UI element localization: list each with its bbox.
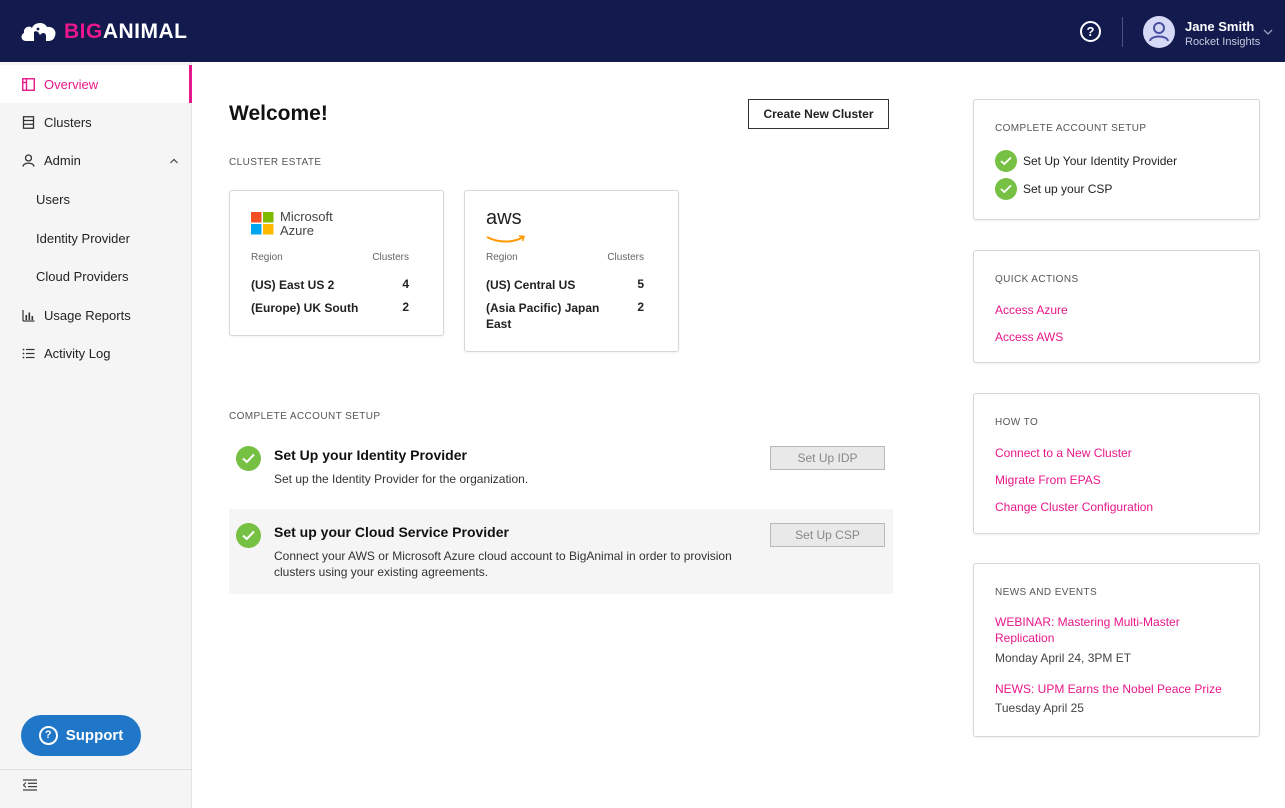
check-circle-icon [995,178,1017,200]
header-divider [1122,17,1123,47]
clusters-icon [22,116,35,129]
chevron-up-icon[interactable] [169,156,179,166]
overview-icon [22,78,35,91]
sidebar-item-label: Activity Log [44,345,111,361]
sidebar: Overview Clusters Admin Users Identity P… [0,62,192,808]
help-icon[interactable]: ? [1080,21,1101,42]
check-circle-icon [236,446,261,471]
check-circle-icon [236,523,261,548]
cluster-estate-title: CLUSTER ESTATE [229,157,322,168]
list-icon [22,348,35,359]
setup-item-title: Set Up your Identity Provider [274,447,467,463]
chevron-down-icon[interactable] [1263,27,1273,37]
sidebar-item-label: Clusters [44,114,92,130]
clusters-column-header: Clusters [607,252,644,263]
cluster-count: 4 [402,277,409,291]
cluster-count: 2 [637,300,644,314]
region-column-header: Region [486,252,518,263]
user-icon [22,154,35,167]
region-name: (US) East US 2 [251,278,335,292]
region-name: (Europe) UK South [251,301,359,315]
account-setup-panel: COMPLETE ACCOUNT SETUP Set Up Your Ident… [973,99,1260,220]
check-circle-icon [995,150,1017,172]
sidebar-item-activity-log[interactable]: Activity Log [0,334,192,372]
setup-item-title: Set up your Cloud Service Provider [274,524,509,540]
cluster-count: 2 [402,300,409,314]
sidebar-divider [0,769,192,770]
migrate-epas-link[interactable]: Migrate From EPAS [995,472,1235,488]
event-date: Monday April 24, 3PM ET [995,651,1132,665]
sidebar-item-label: Cloud Providers [36,268,129,284]
sidebar-item-users[interactable]: Users [0,180,192,218]
news-link[interactable]: NEWS: UPM Earns the Nobel Peace Prize [995,681,1235,697]
bar-chart-icon [22,310,35,322]
panel-title: QUICK ACTIONS [995,274,1079,285]
access-aws-link[interactable]: Access AWS [995,329,1235,345]
page-title: Welcome! [229,102,328,125]
user-avatar-icon [1149,22,1169,42]
region-column-header: Region [251,252,283,263]
account-setup-title: COMPLETE ACCOUNT SETUP [229,411,381,422]
setup-item-description: Connect your AWS or Microsoft Azure clou… [274,549,732,579]
provider-name: Microsoft Azure [280,209,333,238]
top-bar: BIGANIMAL ? Jane Smith Rocket Insights [0,0,1285,62]
azure-estate-card[interactable]: Microsoft Azure Region Clusters (US) Eas… [229,190,444,336]
aws-estate-card[interactable]: aws Region Clusters (US) Central US 5 (A… [464,190,679,352]
sidebar-item-label: Admin [44,152,81,168]
aws-logo-icon: aws [486,207,526,248]
setup-cloud-provider-row: Set up your Cloud Service Provider Conne… [229,509,893,594]
sidebar-item-label: Usage Reports [44,307,131,323]
setup-status-label: Set Up Your Identity Provider [1023,154,1178,168]
quick-actions-panel: QUICK ACTIONS Access Azure Access AWS [973,250,1260,363]
user-name[interactable]: Jane Smith [1185,19,1254,34]
event-date: Tuesday April 25 [995,701,1084,715]
setup-item-description: Set up the Identity Provider for the org… [274,472,529,486]
region-name: (Asia Pacific) Japan East [486,301,600,331]
set-up-idp-button[interactable]: Set Up IDP [770,446,885,470]
panel-title: NEWS AND EVENTS [995,587,1098,598]
aws-smile-icon [486,235,526,243]
avatar[interactable] [1143,16,1175,48]
panel-title: HOW TO [995,417,1039,428]
sidebar-item-identity-provider[interactable]: Identity Provider [0,219,192,257]
help-circle-icon: ? [38,726,58,745]
collapse-sidebar-icon[interactable] [23,779,37,791]
sidebar-item-label: Users [36,191,70,207]
support-button[interactable]: ? Support [21,715,141,756]
logo-wordmark: BIGANIMAL [64,20,188,43]
user-organization: Rocket Insights [1185,36,1261,48]
support-label: Support [65,727,124,744]
sidebar-item-clusters[interactable]: Clusters [0,103,192,141]
region-name: (US) Central US [486,278,576,292]
access-azure-link[interactable]: Access Azure [995,302,1235,318]
how-to-panel: HOW TO Connect to a New Cluster Migrate … [973,393,1260,534]
sidebar-item-label: Identity Provider [36,230,130,246]
setup-identity-provider-row: Set Up your Identity Provider Set up the… [229,435,893,499]
panel-title: COMPLETE ACCOUNT SETUP [995,123,1147,134]
cluster-count: 5 [637,277,644,291]
sidebar-item-admin[interactable]: Admin [0,141,192,179]
create-new-cluster-button[interactable]: Create New Cluster [748,99,889,129]
sidebar-item-label: Overview [44,76,99,92]
change-config-link[interactable]: Change Cluster Configuration [995,499,1235,515]
webinar-link[interactable]: WEBINAR: Mastering Multi-Master Replicat… [995,614,1220,646]
setup-status-label: Set up your CSP [1023,182,1113,196]
news-events-panel: NEWS AND EVENTS WEBINAR: Mastering Multi… [973,563,1260,737]
sidebar-item-usage-reports[interactable]: Usage Reports [0,296,192,334]
elephant-cloud-icon [21,22,56,41]
sidebar-item-overview[interactable]: Overview [0,65,192,103]
clusters-column-header: Clusters [372,252,409,263]
set-up-csp-button[interactable]: Set Up CSP [770,523,885,547]
sidebar-item-cloud-providers[interactable]: Cloud Providers [0,257,192,295]
microsoft-logo-icon [251,212,274,235]
biganimal-logo[interactable]: BIGANIMAL [20,18,188,46]
connect-cluster-link[interactable]: Connect to a New Cluster [995,445,1235,461]
